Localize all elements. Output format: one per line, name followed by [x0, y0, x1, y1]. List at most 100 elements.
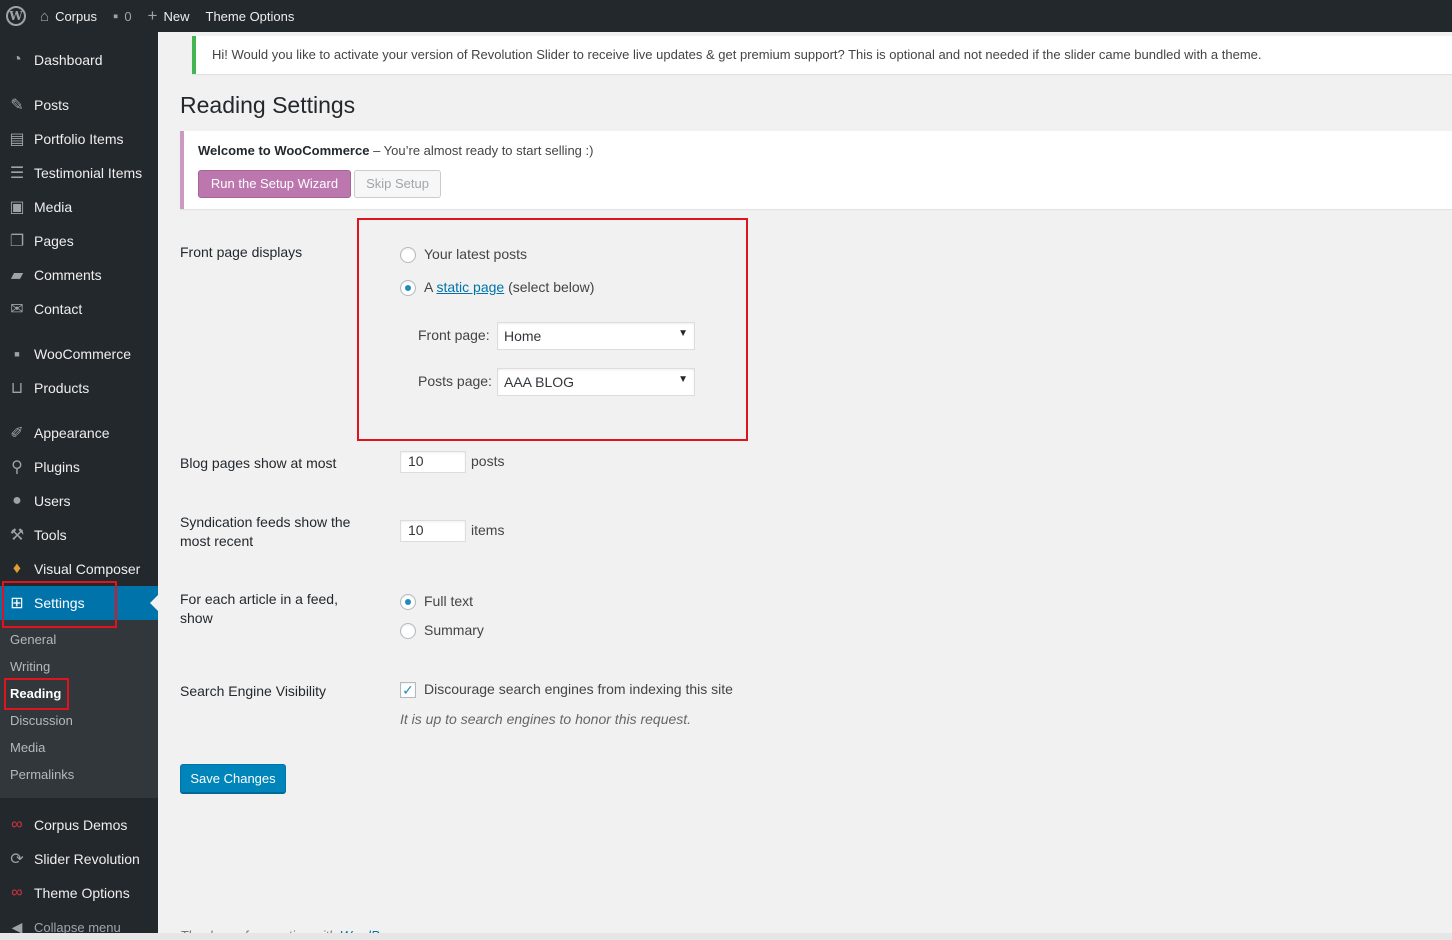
comment-bubble-icon: ▪	[112, 7, 119, 25]
blog-pages-unit: posts	[471, 453, 505, 469]
mail-icon: ✉	[10, 301, 24, 318]
static-page-radio[interactable]	[400, 280, 416, 296]
sidebar-item-contact[interactable]: ✉ Contact	[0, 292, 158, 326]
site-name-link[interactable]: ⌂ Corpus	[32, 0, 105, 32]
sidebar-item-tools[interactable]: ⚒ Tools	[0, 518, 158, 552]
new-content-link[interactable]: + New	[140, 0, 198, 32]
posts-page-select-label: Posts page:	[418, 373, 492, 389]
latest-posts-label: Your latest posts	[424, 246, 527, 262]
submenu-item-media[interactable]: Media	[10, 738, 45, 758]
horizontal-scrollbar[interactable]	[0, 933, 1452, 940]
submenu-item-writing[interactable]: Writing	[10, 657, 50, 677]
dropdown-arrow-icon: ▼	[678, 374, 688, 385]
static-page-link[interactable]: static page	[436, 279, 504, 295]
user-icon: ●	[12, 492, 22, 509]
syndication-label: Syndication feeds show the most recent	[180, 514, 351, 549]
sidebar-item-label: Media	[34, 199, 73, 215]
sidebar-item-theme-options[interactable]: ∞ Theme Options	[0, 876, 158, 910]
sidebar-item-woocommerce[interactable]: ■ WooCommerce	[0, 337, 158, 371]
sidebar-item-plugins[interactable]: ⚲ Plugins	[0, 450, 158, 484]
sidebar-item-pages[interactable]: ❐ Pages	[0, 224, 158, 258]
blog-pages-input[interactable]: 10	[400, 451, 466, 473]
discourage-search-checkbox[interactable]: ✓	[400, 682, 416, 698]
brush-icon: ✐	[10, 425, 24, 442]
syndication-input[interactable]: 10	[400, 520, 466, 542]
wordpress-logo-button[interactable]: W	[0, 0, 32, 32]
theme-options-link[interactable]: Theme Options	[198, 0, 303, 32]
sidebar-item-comments[interactable]: ▰ Comments	[0, 258, 158, 292]
woocommerce-notice-message: – You’re almost ready to start selling :…	[369, 143, 594, 158]
full-text-radio[interactable]	[400, 594, 416, 610]
pages-icon: ❐	[9, 233, 25, 250]
comments-link[interactable]: ▪ 0	[105, 0, 140, 32]
sidebar-item-label: Contact	[34, 301, 83, 317]
refresh-icon: ⟳	[10, 851, 24, 868]
new-label: New	[163, 8, 190, 24]
cart-icon: ⊔	[10, 380, 24, 397]
revslider-notice-text: Hi! Would you like to activate your vers…	[212, 47, 1262, 62]
front-page-select-value: Home	[504, 328, 542, 344]
skip-setup-button[interactable]: Skip Setup	[354, 170, 441, 198]
sidebar-item-appearance[interactable]: ✐ Appearance	[0, 416, 158, 450]
sidebar-item-posts[interactable]: ✎ Posts	[0, 88, 158, 122]
latest-posts-radio[interactable]	[400, 247, 416, 263]
sidebar-item-users[interactable]: ● Users	[0, 484, 158, 518]
page-title: Reading Settings	[180, 92, 356, 118]
seo-description: It is up to search engines to honor this…	[400, 711, 692, 727]
sidebar-item-label: Portfolio Items	[34, 131, 124, 147]
blog-pages-label: Blog pages show at most	[180, 455, 337, 471]
run-setup-wizard-button[interactable]: Run the Setup Wizard	[198, 170, 351, 198]
sidebar-item-label: Users	[34, 493, 71, 509]
pin-icon: ✎	[10, 97, 24, 114]
submenu-item-discussion[interactable]: Discussion	[10, 711, 73, 731]
sidebar-item-label: WooCommerce	[34, 346, 131, 362]
posts-page-select[interactable]: AAA BLOG ▼	[497, 368, 695, 396]
static-page-option: A static page (select below)	[424, 279, 594, 295]
save-changes-button[interactable]: Save Changes	[180, 764, 286, 793]
sidebar-item-label: Testimonial Items	[34, 165, 143, 181]
submenu-item-general[interactable]: General	[10, 630, 56, 650]
reading-highlight-box	[4, 678, 69, 710]
sidebar-item-label: Visual Composer	[34, 561, 141, 577]
front-page-displays-label: Front page displays	[180, 244, 303, 260]
revslider-notice: Hi! Would you like to activate your vers…	[192, 36, 1452, 74]
sidebar-item-label: Dashboard	[34, 52, 103, 68]
home-icon: ⌂	[40, 7, 50, 25]
submenu-item-permalinks[interactable]: Permalinks	[10, 765, 74, 785]
sidebar-item-portfolio-items[interactable]: ▤ Portfolio Items	[0, 122, 158, 156]
seo-visibility-label: Search Engine Visibility	[180, 683, 327, 699]
sidebar-item-label: Plugins	[34, 459, 80, 475]
sidebar-item-label: Comments	[34, 267, 102, 283]
sidebar-item-label: Appearance	[34, 425, 110, 441]
sidebar-item-label: Products	[34, 380, 90, 396]
woo-icon: ■	[14, 349, 20, 359]
sidebar-item-label: Theme Options	[34, 885, 130, 901]
sidebar-item-label: Posts	[34, 97, 70, 113]
theme-options-label: Theme Options	[205, 8, 295, 24]
plus-icon: +	[147, 6, 158, 25]
sidebar-item-slider-revolution[interactable]: ⟳ Slider Revolution	[0, 842, 158, 876]
sidebar-item-corpus-demos[interactable]: ∞ Corpus Demos	[0, 808, 158, 842]
admin-sidebar: ◔ Dashboard ✎ Posts ▤ Portfolio Items ☰ …	[0, 32, 158, 940]
discourage-search-label: Discourage search engines from indexing …	[424, 681, 733, 697]
checkmark-icon: ✓	[402, 682, 414, 698]
sidebar-item-label: Slider Revolution	[34, 851, 140, 867]
woocommerce-notice-title: Welcome to WooCommerce	[198, 143, 370, 158]
sidebar-item-label: Tools	[34, 527, 67, 543]
settings-highlight-box	[2, 581, 117, 628]
comment-icon: ▰	[10, 267, 24, 284]
sidebar-item-dashboard[interactable]: ◔ Dashboard	[0, 43, 158, 77]
admin-bar: W ⌂ Corpus ▪ 0 + New Theme Options	[0, 0, 1452, 32]
sidebar-item-testimonial-items[interactable]: ☰ Testimonial Items	[0, 156, 158, 190]
infinity-icon: ∞	[11, 816, 23, 833]
syndication-unit: items	[471, 522, 505, 538]
sidebar-item-label: Pages	[34, 233, 74, 249]
comments-count: 0	[124, 8, 132, 24]
site-name-label: Corpus	[55, 8, 97, 24]
summary-radio[interactable]	[400, 623, 416, 639]
front-page-select[interactable]: Home ▼	[497, 322, 695, 350]
front-page-select-label: Front page:	[418, 327, 490, 343]
sidebar-item-media[interactable]: ▣ Media	[0, 190, 158, 224]
woocommerce-notice-text: Welcome to WooCommerce – You’re almost r…	[198, 143, 593, 158]
sidebar-item-products[interactable]: ⊔ Products	[0, 371, 158, 405]
